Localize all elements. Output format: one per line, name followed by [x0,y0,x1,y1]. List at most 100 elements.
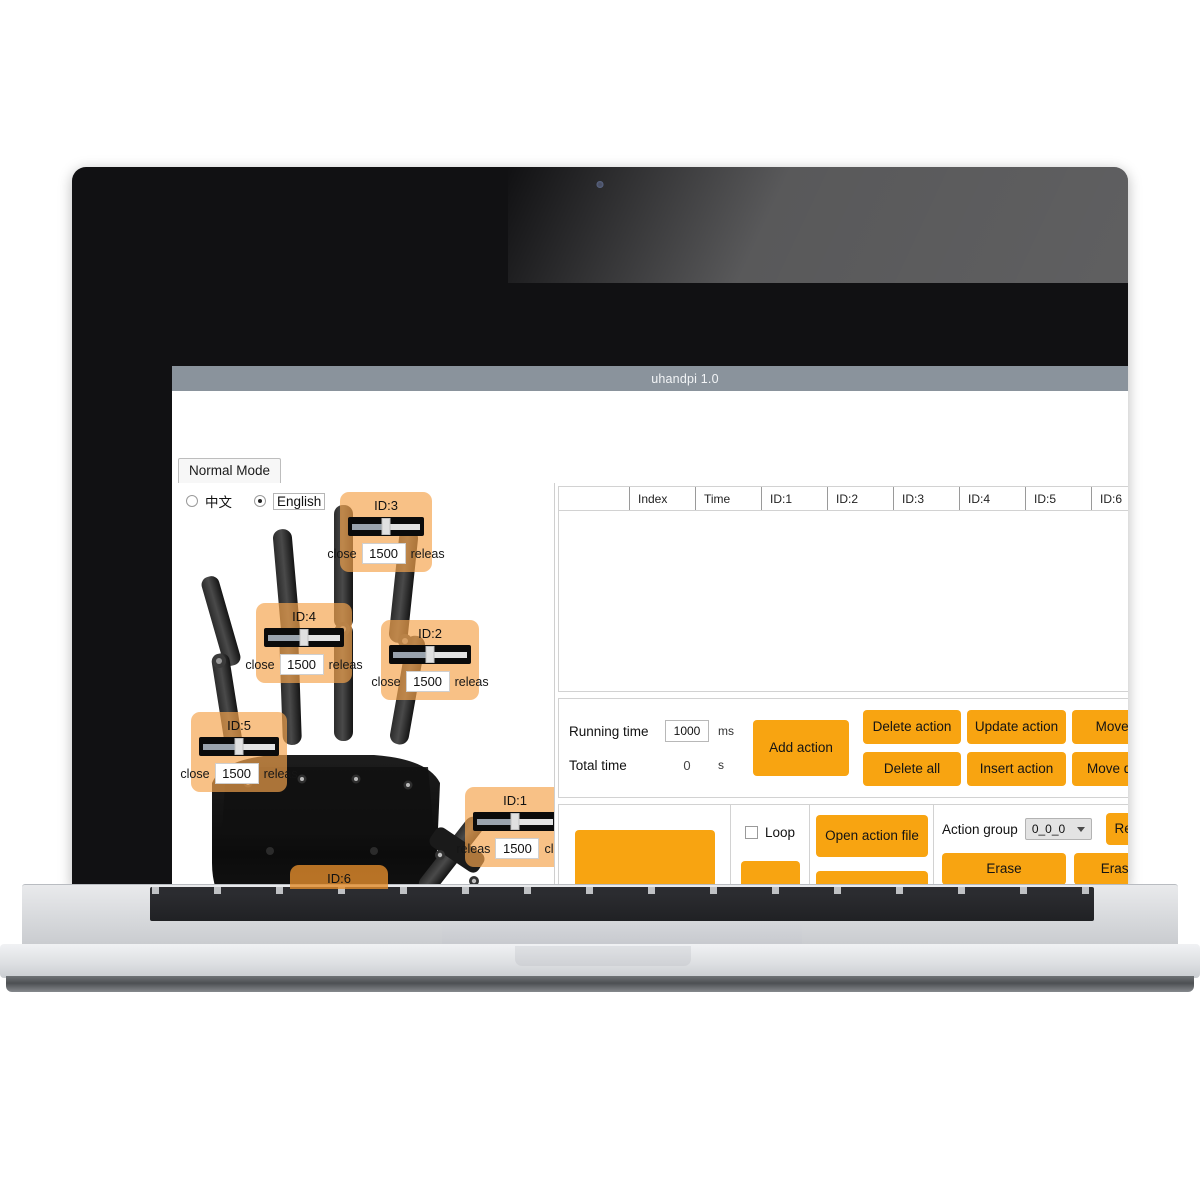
open-action-file-button[interactable]: Open action file [816,815,928,857]
servo-value-input[interactable]: 1500 [405,671,450,692]
run-column: Loop Run [731,805,810,889]
servo-card-id4[interactable]: ID:4 close 1500 releas [245,603,363,683]
loop-checkbox-row[interactable]: Loop [744,825,796,840]
radio-english[interactable]: English [254,492,326,510]
add-action-button[interactable]: Add action [753,720,849,776]
table-col-blank [559,487,629,510]
reset-servo-column: Reset servo [559,805,731,889]
servo-left-label: close [371,674,401,689]
servo-value-row: close 1500 releas [245,654,363,675]
table-col-id3[interactable]: ID:3 [893,487,959,510]
erase-all-button[interactable]: Erase all [1074,853,1128,885]
servo-id-label: ID:5 [227,718,251,733]
laptop-keyboard-deck [22,884,1178,947]
bottom-controls: Reset servo Loop Run Open action fi [558,804,1128,889]
slider-handle[interactable] [510,813,520,830]
loop-label: Loop [764,825,796,840]
reset-servo-button[interactable]: Reset servo [574,830,715,889]
servo-slider-id4[interactable] [264,628,344,647]
refresh-button[interactable]: Refresh [1106,813,1128,845]
main-split: 中文 English ID:3 close 1500 releas ID:4 c… [178,483,1128,889]
application-window: uhandpi 1.0 ⱟ ⱏ ✕ Normal Mode [172,366,1128,889]
servo-value-input[interactable]: 1500 [279,654,324,675]
radio-english-mark[interactable] [254,495,266,507]
update-action-button[interactable]: Update action [967,710,1066,744]
slider-handle[interactable] [425,646,435,663]
action-editor-panel: Index Time ID:1 ID:2 ID:3 ID:4 ID:5 ID:6 [555,483,1128,889]
radio-chinese-mark[interactable] [186,495,198,507]
servo-slider-id1[interactable] [473,812,554,831]
servo-right-label: releas [454,674,489,689]
action-table-header: Index Time ID:1 ID:2 ID:3 ID:4 ID:5 ID:6 [559,487,1128,511]
table-col-index[interactable]: Index [629,487,695,510]
laptop-base [0,884,1200,994]
erase-button[interactable]: Erase [942,853,1066,885]
laptop-lid: uhandpi 1.0 ⱟ ⱏ ✕ Normal Mode [72,167,1128,889]
window-title: uhandpi 1.0 [651,371,719,386]
servo-right-label: releas [263,766,298,781]
servo-left-label: close [327,546,357,561]
insert-action-button[interactable]: Insert action [967,752,1066,786]
running-time-unit: ms [718,724,734,738]
application-body: Normal Mode 中文 English ID:3 close 1500 r… [172,391,1128,889]
slider-handle[interactable] [234,738,244,755]
servo-id-label: ID:3 [374,498,398,513]
servo-card-id5[interactable]: ID:5 close 1500 releas [180,712,298,792]
tab-normal-mode[interactable]: Normal Mode [178,458,282,483]
servo-right-label: close [544,841,554,856]
tab-strip: Normal Mode [178,457,282,483]
table-col-id2[interactable]: ID:2 [827,487,893,510]
servo-right-label: releas [410,546,445,561]
move-up-button[interactable]: Move up [1072,710,1128,744]
table-col-id5[interactable]: ID:5 [1025,487,1091,510]
servo-control-panel: 中文 English ID:3 close 1500 releas ID:4 c… [178,483,555,889]
file-column: Open action file Save action file Integr… [810,805,934,889]
slider-handle[interactable] [381,518,391,535]
servo-left-label: releas [456,841,491,856]
servo-id-label: ID:2 [418,626,442,641]
servo-card-id6[interactable]: ID:6 left 1500 right [290,865,388,889]
servo-id-label: ID:6 [327,871,351,886]
radio-chinese-label: 中文 [205,495,232,510]
delete-action-button[interactable]: Delete action [863,710,961,744]
chevron-down-icon[interactable] [1077,826,1086,832]
servo-card-id3[interactable]: ID:3 close 1500 releas [327,492,445,572]
servo-right-label: releas [328,657,363,672]
servo-value-row: close 1500 releas [327,543,445,564]
table-col-id4[interactable]: ID:4 [959,487,1025,510]
running-time-row: Running time 1000 ms [569,714,747,748]
servo-value-row: close 1500 releas [371,671,489,692]
action-group-value: 0_0_0 [1031,822,1066,836]
table-col-id6[interactable]: ID:6 [1091,487,1128,510]
total-time-value: 0 [683,757,691,773]
delete-all-button[interactable]: Delete all [863,752,961,786]
servo-card-id1[interactable]: ID:1 releas 1500 close [456,787,554,867]
action-group-select[interactable]: 0_0_0 [1024,818,1093,840]
servo-value-input[interactable]: 1500 [495,838,540,859]
servo-value-row: releas 1500 close [456,838,554,859]
servo-card-id2[interactable]: ID:2 close 1500 releas [371,620,489,700]
total-time-unit: s [718,758,724,772]
servo-slider-id2[interactable] [389,645,471,664]
running-time-label: Running time [569,723,649,739]
laptop-mockup: uhandpi 1.0 ⱟ ⱏ ✕ Normal Mode [0,0,1200,1200]
action-group-row: Action group 0_0_0 Refresh [942,813,1128,845]
move-down-button[interactable]: Move down [1072,752,1128,786]
loop-checkbox[interactable] [744,826,758,839]
action-table[interactable]: Index Time ID:1 ID:2 ID:3 ID:4 ID:5 ID:6 [558,486,1128,692]
servo-value-input[interactable]: 1500 [361,543,406,564]
action-table-body[interactable] [559,511,1128,691]
servo-value-input[interactable]: 1500 [214,763,259,784]
table-col-time[interactable]: Time [695,487,761,510]
radio-chinese[interactable]: 中文 [186,491,232,511]
servo-slider-id3[interactable] [348,517,424,536]
action-group-label: Action group [942,821,1018,837]
servo-left-label: close [180,766,210,781]
total-time-label: Total time [569,757,627,773]
laptop-bottom-shadow [6,976,1194,992]
slider-handle[interactable] [299,629,309,646]
running-time-input[interactable]: 1000 [665,720,709,742]
language-selector: 中文 English [186,491,326,511]
table-col-id1[interactable]: ID:1 [761,487,827,510]
servo-slider-id5[interactable] [199,737,279,756]
